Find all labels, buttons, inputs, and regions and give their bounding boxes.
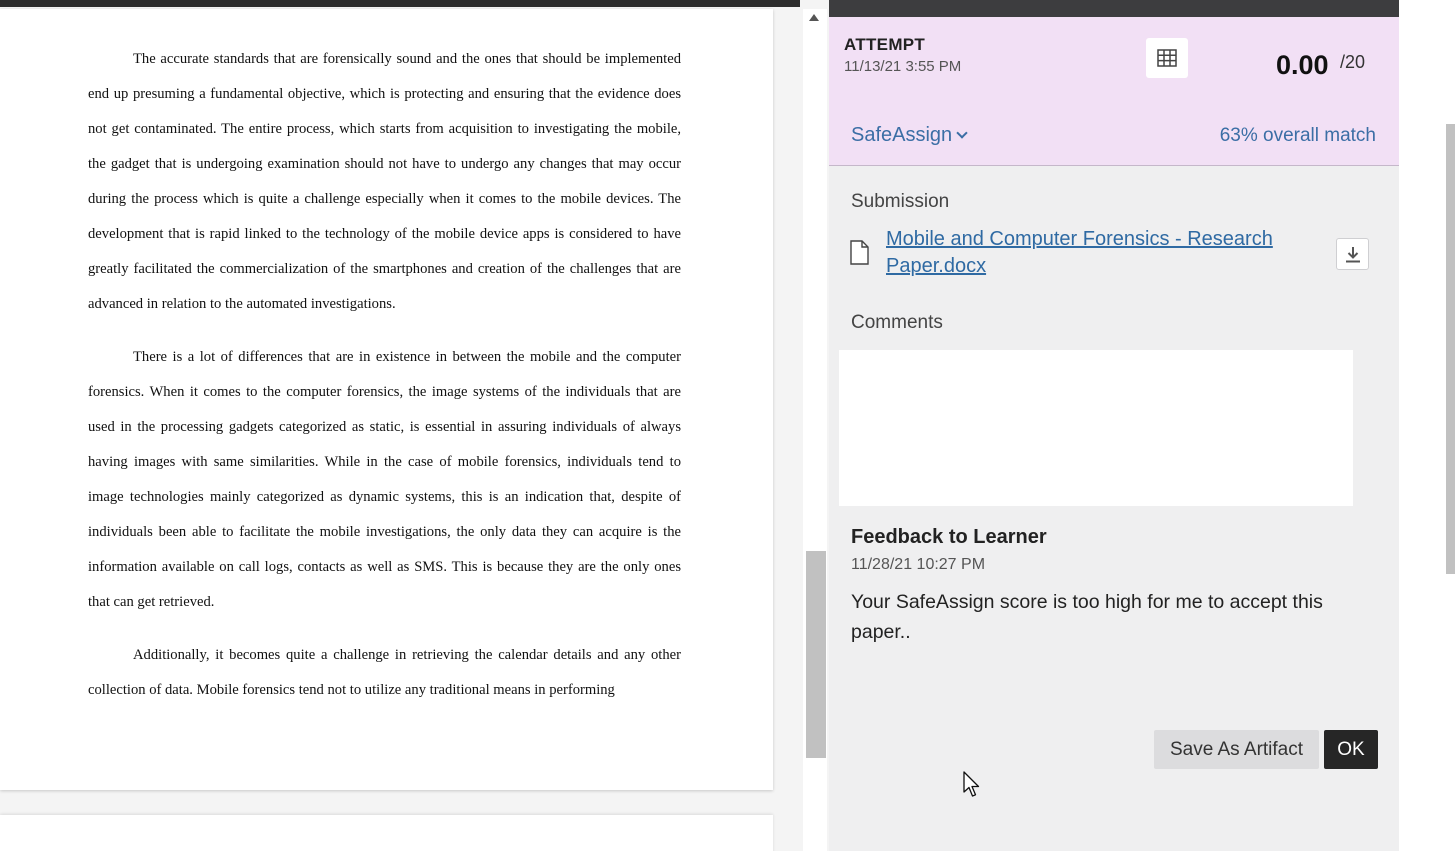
comments-heading: Comments bbox=[851, 312, 943, 333]
chevron-down-icon bbox=[956, 127, 968, 139]
document-paragraph: Additionally, it becomes quite a challen… bbox=[88, 647, 681, 698]
download-button[interactable] bbox=[1336, 238, 1369, 270]
attempt-header: ATTEMPT 11/13/21 3:55 PM 0.00 /20 SafeAs… bbox=[829, 17, 1399, 166]
document-next-page bbox=[0, 815, 773, 851]
document-paragraph: There is a lot of differences that are i… bbox=[88, 349, 681, 610]
document-scrollbar-thumb[interactable] bbox=[806, 551, 826, 758]
grid-icon bbox=[1157, 49, 1177, 67]
rubric-grid-button[interactable] bbox=[1146, 38, 1188, 78]
document-paragraph: The accurate standards that are forensic… bbox=[88, 51, 681, 312]
feedback-text: Your SafeAssign score is too high for me… bbox=[851, 591, 1323, 643]
comments-input[interactable] bbox=[839, 350, 1353, 506]
feedback-heading: Feedback to Learner bbox=[851, 526, 1047, 548]
download-icon bbox=[1345, 246, 1360, 262]
document-page: The accurate standards that are forensic… bbox=[0, 9, 773, 790]
attempt-date: 11/13/21 3:55 PM bbox=[844, 58, 962, 75]
mouse-pointer-icon bbox=[963, 771, 980, 797]
feedback-date: 11/28/21 10:27 PM bbox=[851, 556, 986, 573]
document-icon bbox=[850, 240, 869, 265]
safeassign-match: 63% overall match bbox=[1219, 125, 1376, 146]
save-as-artifact-button[interactable]: Save As Artifact bbox=[1154, 730, 1319, 769]
score-max: /20 bbox=[1340, 52, 1366, 72]
panel-scrollbar-thumb[interactable] bbox=[1446, 124, 1455, 574]
grading-panel: ATTEMPT 11/13/21 3:55 PM 0.00 /20 SafeAs… bbox=[829, 0, 1399, 851]
ok-button[interactable]: OK bbox=[1324, 730, 1378, 769]
panel-topbar bbox=[829, 0, 1399, 17]
safeassign-label: SafeAssign bbox=[851, 124, 953, 146]
attempt-label: ATTEMPT bbox=[844, 35, 926, 54]
submission-heading: Submission bbox=[851, 191, 950, 212]
scroll-up-arrow-icon[interactable] bbox=[809, 14, 819, 21]
document-viewer[interactable]: The accurate standards that are forensic… bbox=[0, 0, 829, 851]
safeassign-dropdown[interactable]: SafeAssign bbox=[851, 124, 968, 147]
document-toolbar bbox=[0, 0, 800, 7]
score-value[interactable]: 0.00 bbox=[1276, 50, 1329, 81]
submission-file-link[interactable]: Mobile and Computer Forensics - Research… bbox=[886, 226, 1306, 280]
